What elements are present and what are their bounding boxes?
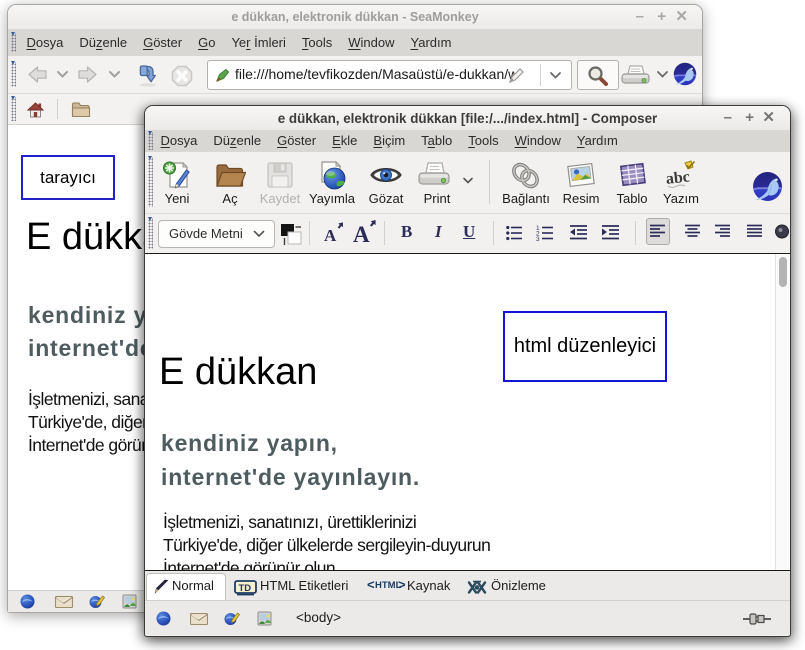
svg-text:3: 3 [536, 236, 540, 241]
svg-text:abc: abc [665, 168, 691, 187]
svg-text:A: A [324, 226, 337, 244]
svg-text:TD: TD [239, 583, 252, 594]
svg-text:A: A [353, 222, 370, 245]
